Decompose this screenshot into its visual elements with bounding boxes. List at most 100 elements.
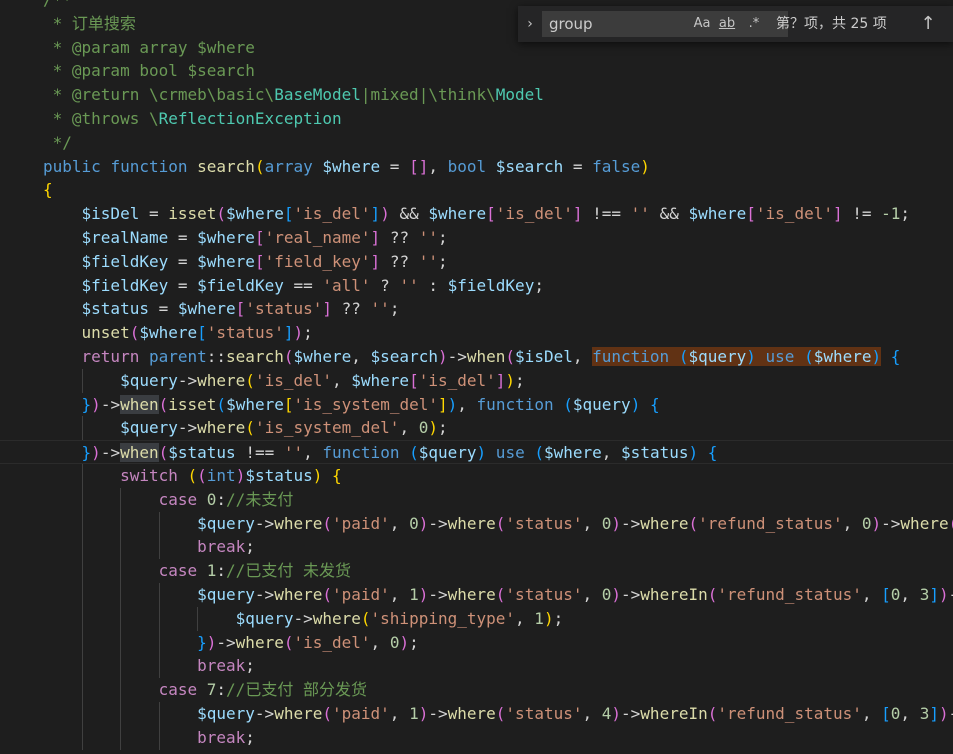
code-token: (: [158, 443, 169, 463]
code-token: {: [43, 180, 53, 200]
code-line[interactable]: $query->where('is_system_del', 0);: [0, 416, 953, 441]
code-token: * @throws \: [43, 109, 159, 128]
find-input[interactable]: [549, 12, 689, 36]
code-line[interactable]: break;: [0, 725, 953, 750]
code-line[interactable]: * @throws \ReflectionException: [0, 107, 953, 131]
code-token: isset: [168, 394, 217, 414]
code-token: (: [949, 514, 953, 533]
code-token: * @return \crmeb\basic\: [43, 85, 275, 105]
code-line[interactable]: $fieldKey = $fieldKey == 'all' ? '' : $f…: [0, 274, 953, 298]
code-token: return: [81, 347, 149, 366]
code-token: 'is_system_del': [254, 418, 400, 438]
code-token: ;: [534, 275, 544, 295]
code-token: ): [293, 323, 304, 343]
code-token: ]: [929, 704, 939, 723]
code-editor[interactable]: /** * 订单搜索 * @param array $where * @para…: [0, 0, 953, 754]
code-token: ): [447, 394, 458, 414]
code-token: 1: [409, 704, 419, 723]
code-line[interactable]: $query->where('is_del', $where['is_del']…: [0, 368, 953, 393]
code-token: (: [129, 323, 140, 343]
code-token: $query: [688, 347, 747, 366]
code-line[interactable]: $fieldKey = $where['field_key'] ?? '';: [0, 250, 953, 274]
code-line[interactable]: $isDel = isset($where['is_del']) && $whe…: [0, 202, 953, 226]
code-token: 'status': [206, 323, 284, 343]
match-case-button[interactable]: Aa: [691, 14, 713, 34]
code-token: ): [938, 704, 949, 723]
code-token: [: [283, 394, 294, 414]
match-count: 第？项，共 25 项: [776, 16, 887, 32]
code-token: ;: [245, 727, 255, 747]
code-token: ;: [437, 228, 448, 247]
code-line[interactable]: $query->where('shipping_type', 1);: [0, 606, 953, 631]
code-line[interactable]: $status = $where['status'] ?? '';: [0, 297, 953, 321]
code-token: $query: [197, 585, 255, 604]
code-line[interactable]: switch ((int)$status) {: [0, 464, 953, 488]
code-token: 'status': [505, 585, 583, 604]
code-token: -: [949, 704, 953, 723]
code-text: $realName = $where['real_name'] ?? '';: [43, 226, 448, 250]
code-token: 7: [206, 680, 217, 700]
code-token: ): [206, 632, 217, 652]
arrow-up-icon[interactable]: ↑: [918, 12, 938, 36]
code-token: ->: [428, 513, 448, 533]
code-text: $status = $where['status'] ?? '';: [43, 297, 400, 321]
code-token: where: [900, 513, 949, 533]
code-line[interactable]: case 1://已支付 未发货: [0, 559, 953, 583]
code-token: ->: [100, 394, 121, 414]
code-line[interactable]: {: [0, 178, 953, 202]
code-line[interactable]: $query->where('paid', 1)->where('status'…: [0, 702, 953, 726]
code-token: function: [476, 394, 564, 414]
code-line[interactable]: })->when(isset($where['is_system_del']),…: [0, 393, 953, 417]
code-line[interactable]: return parent::search($where, $search)->…: [0, 345, 953, 369]
code-token: 'paid': [332, 513, 390, 533]
code-line[interactable]: case 7://已支付 部分发货: [0, 678, 953, 702]
chevron-right-icon[interactable]: ›: [522, 13, 538, 35]
code-token: when: [120, 394, 159, 414]
code-line[interactable]: * @return \crmeb\basic\BaseModel|mixed|\…: [0, 83, 953, 107]
code-line[interactable]: break;: [0, 535, 953, 560]
code-token: whereIn: [640, 585, 708, 604]
code-token: :: [216, 680, 227, 700]
code-line[interactable]: })->when($status !== '', function ($quer…: [0, 440, 953, 464]
code-token: $query: [418, 443, 477, 463]
code-token: ->: [177, 418, 198, 438]
code-token: ;: [245, 537, 255, 557]
code-token: ;: [245, 656, 255, 676]
code-token: ,: [370, 632, 390, 652]
code-token: function: [592, 347, 679, 366]
code-line[interactable]: })->where('is_del', 0);: [0, 630, 953, 655]
code-line[interactable]: case 0://未支付: [0, 487, 953, 512]
code-token: search: [197, 156, 255, 176]
code-token: 'real_name': [264, 228, 371, 247]
code-line[interactable]: $query->where('paid', 1)->where('status'…: [0, 583, 953, 607]
code-token: {: [649, 394, 660, 414]
code-token: 'all': [322, 275, 371, 295]
code-token: &&: [649, 204, 689, 224]
code-line[interactable]: $realName = $where['real_name'] ?? '';: [0, 226, 953, 250]
code-line[interactable]: */: [0, 131, 953, 155]
use-regex-button[interactable]: .*: [743, 14, 765, 34]
code-line[interactable]: public function search(array $where = []…: [0, 155, 953, 179]
code-token: ->: [881, 513, 901, 533]
code-token: ): [476, 443, 487, 463]
code-token: $where: [813, 347, 872, 366]
code-token: (: [495, 704, 506, 723]
code-line[interactable]: unset($where['status']);: [0, 321, 953, 345]
code-token: [: [409, 370, 419, 390]
code-line[interactable]: break;: [0, 654, 953, 679]
code-token: 1: [206, 561, 217, 581]
code-token: ): [611, 704, 622, 723]
code-token: =: [168, 251, 198, 271]
match-whole-word-button[interactable]: ab: [715, 14, 739, 34]
code-token: :: [418, 275, 448, 295]
code-line[interactable]: $query->where('paid', 0)->where('status'…: [0, 511, 953, 536]
code-token: :: [216, 561, 227, 581]
code-text: */: [43, 131, 72, 155]
code-token: ;: [303, 323, 313, 343]
code-token: ]: [322, 299, 333, 319]
code-line[interactable]: * @param bool $search: [0, 59, 953, 83]
